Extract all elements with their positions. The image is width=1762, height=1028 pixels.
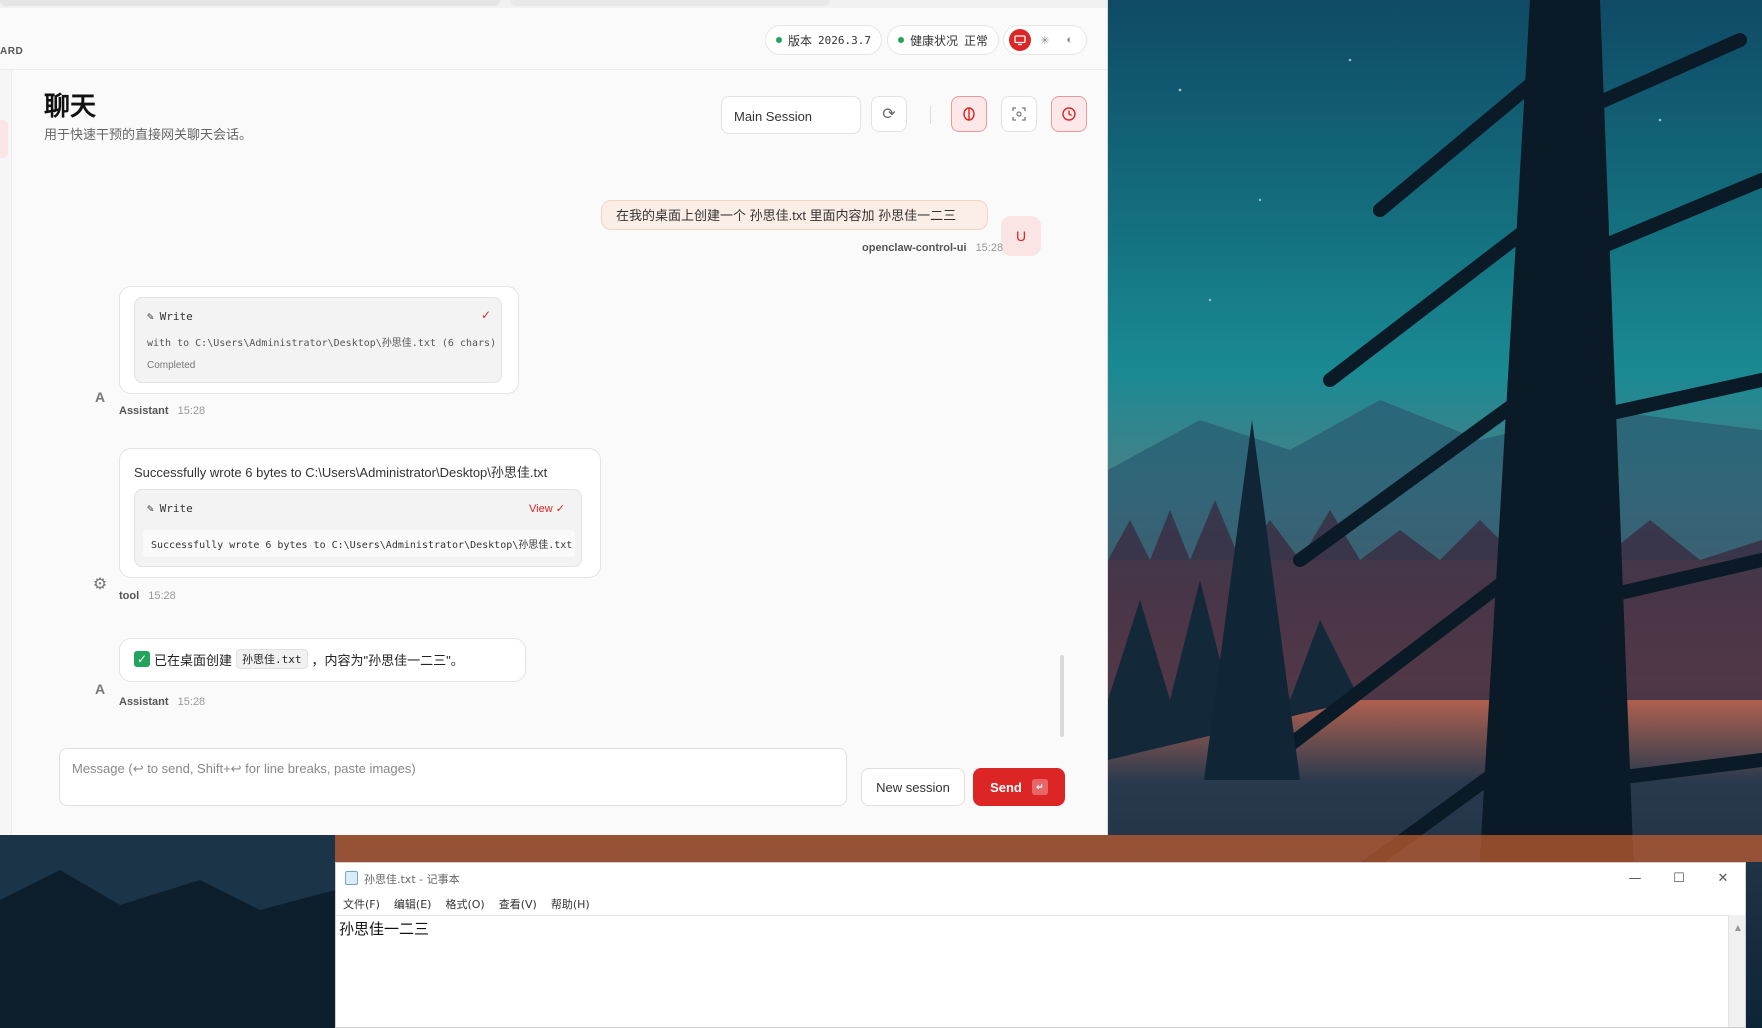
health-pill: 健康状况 正常 <box>887 25 1000 55</box>
sidebar <box>0 70 12 835</box>
toolbar-divider <box>930 106 931 124</box>
chat-scrollbar[interactable] <box>1060 655 1064 737</box>
health-value: 正常 <box>964 33 989 48</box>
tool-output-code: Successfully wrote 6 bytes to C:\Users\A… <box>143 530 575 557</box>
clock-icon <box>1062 107 1076 121</box>
tool-message-bubble: Successfully wrote 6 bytes to C:\Users\A… <box>119 448 601 578</box>
reply-text-after: ，内容为"孙思佳一二三"。 <box>311 652 464 668</box>
session-select[interactable]: Main Session <box>721 96 861 134</box>
message-meta: Assistant 15:28 <box>119 696 205 708</box>
notepad-title-bar: 孙思佳.txt - 记事本 — ☐ ✕ <box>336 863 1745 893</box>
user-message-bubble: 在我的桌面上创建一个 孙思佳.txt 里面内容加 孙思佳一二三 <box>601 200 988 230</box>
sender-name: Assistant <box>119 405 169 417</box>
timestamp: 15:28 <box>177 696 206 708</box>
chat-app-window: ARD 版本 2026.3.7 健康状况 正常 ✳ ◐ 聊天 用于快速干预的直接… <box>0 0 1108 835</box>
notepad-icon <box>345 871 358 885</box>
refresh-icon: ⟳ <box>882 106 896 123</box>
top-bar: ARD 版本 2026.3.7 健康状况 正常 ✳ ◐ <box>0 8 1107 70</box>
sender-name: openclaw-control-ui <box>862 242 967 254</box>
version-label: 版本 <box>788 33 813 48</box>
message-meta: Assistant 15:28 <box>119 405 205 417</box>
assistant-message-bubble: ✎ Write ✓ with to C:\Users\Administrator… <box>119 286 519 394</box>
timestamp: 15:28 <box>177 405 206 417</box>
page-subtitle: 用于快速干预的直接网关聊天会话。 <box>44 127 253 142</box>
tool-status: Completed <box>147 360 196 371</box>
send-label: Send <box>990 779 1022 795</box>
message-input[interactable]: Message (↩ to send, Shift+↩ for line bre… <box>59 748 847 806</box>
message-meta: tool 15:28 <box>119 590 176 602</box>
moon-icon[interactable]: ◐ <box>1059 29 1081 51</box>
status-dot <box>898 37 904 43</box>
check-box-icon: ✓ <box>134 651 150 667</box>
sidebar-item-active[interactable] <box>0 120 8 158</box>
sender-name: tool <box>119 590 140 602</box>
reply-text-before: 已在桌面创建 <box>154 652 233 668</box>
user-avatar: U <box>1001 216 1041 256</box>
send-button[interactable]: Send ↵ <box>973 768 1065 806</box>
maximize-button[interactable]: ☐ <box>1657 867 1701 889</box>
timestamp: 15:28 <box>148 590 176 602</box>
tool-result-card[interactable]: ✎ Write View ✓ Successfully wrote 6 byte… <box>134 489 582 567</box>
sun-icon[interactable]: ✳ <box>1034 29 1056 51</box>
tool-call-card[interactable]: ✎ Write ✓ with to C:\Users\Administrator… <box>134 297 502 383</box>
tool-args: with to C:\Users\Administrator\Desktop\孙… <box>147 338 497 349</box>
browser-tab-strip <box>0 0 1107 8</box>
menu-format[interactable]: 格式(O) <box>445 896 484 912</box>
version-pill: 版本 2026.3.7 <box>765 25 882 55</box>
file-name-chip: 孙思佳.txt <box>236 649 308 669</box>
assistant-avatar: A <box>94 681 106 697</box>
browser-tab[interactable] <box>510 0 830 6</box>
tool-card-header: ✎ Write <box>147 310 193 323</box>
refresh-button[interactable]: ⟳ <box>871 96 907 132</box>
user-message-meta: openclaw-control-ui 15:28 <box>862 242 1003 254</box>
brain-icon <box>963 107 975 121</box>
tool-name: Write <box>159 502 193 515</box>
close-button[interactable]: ✕ <box>1701 867 1745 889</box>
assistant-reply: ✓ 已在桌面创建 孙思佳.txt ，内容为"孙思佳一二三"。 <box>134 649 464 669</box>
notepad-window: 孙思佳.txt - 记事本 — ☐ ✕ 文件(F) 编辑(E) 格式(O) 查看… <box>335 862 1746 1028</box>
chat-thread: 在我的桌面上创建一个 孙思佳.txt 里面内容加 孙思佳一二三 U opencl… <box>12 200 1072 740</box>
view-link[interactable]: View ✓ <box>529 502 565 515</box>
brand-label: ARD <box>0 46 24 57</box>
page-title: 聊天 <box>44 91 97 121</box>
view-label: View <box>529 503 553 515</box>
notepad-title: 孙思佳.txt - 记事本 <box>364 873 460 886</box>
notepad-menu-bar: 文件(F) 编辑(E) 格式(O) 查看(V) 帮助(H) <box>336 893 1745 915</box>
tool-result-text: Successfully wrote 6 bytes to C:\Users\A… <box>134 465 548 480</box>
thinking-toggle-button[interactable] <box>951 96 987 132</box>
monitor-icon[interactable] <box>1009 29 1032 51</box>
version-value: 2026.3.7 <box>818 33 871 47</box>
check-icon: ✓ <box>481 308 492 322</box>
focus-mode-button[interactable] <box>1001 96 1037 132</box>
notepad-text-area[interactable]: 孙思佳一二三 <box>336 915 1736 1027</box>
tool-card-header: ✎ Write <box>147 502 193 515</box>
assistant-message-bubble: ✓ 已在桌面创建 孙思佳.txt ，内容为"孙思佳一二三"。 <box>119 638 526 682</box>
status-dot <box>776 37 782 43</box>
focus-icon <box>1012 107 1026 121</box>
scroll-up-icon[interactable]: ▲ <box>1735 923 1741 932</box>
menu-help[interactable]: 帮助(H) <box>551 896 590 912</box>
browser-tab[interactable] <box>0 0 500 6</box>
assistant-avatar: A <box>94 389 106 405</box>
health-label: 健康状况 <box>910 33 959 48</box>
timestamp: 15:28 <box>975 242 1004 254</box>
edit-icon: ✎ <box>147 502 154 515</box>
tool-name: Write <box>159 310 193 323</box>
menu-edit[interactable]: 编辑(E) <box>394 896 432 912</box>
theme-switcher: ✳ ◐ <box>1003 25 1087 55</box>
edit-icon: ✎ <box>147 310 154 323</box>
sender-name: Assistant <box>119 696 169 708</box>
menu-file[interactable]: 文件(F) <box>343 896 380 912</box>
new-session-button[interactable]: New session <box>861 768 965 806</box>
history-button[interactable] <box>1051 96 1087 132</box>
gear-icon: ⚙ <box>92 576 108 593</box>
menu-view[interactable]: 查看(V) <box>499 896 537 912</box>
enter-key-icon: ↵ <box>1031 779 1048 795</box>
minimize-button[interactable]: — <box>1613 867 1657 889</box>
